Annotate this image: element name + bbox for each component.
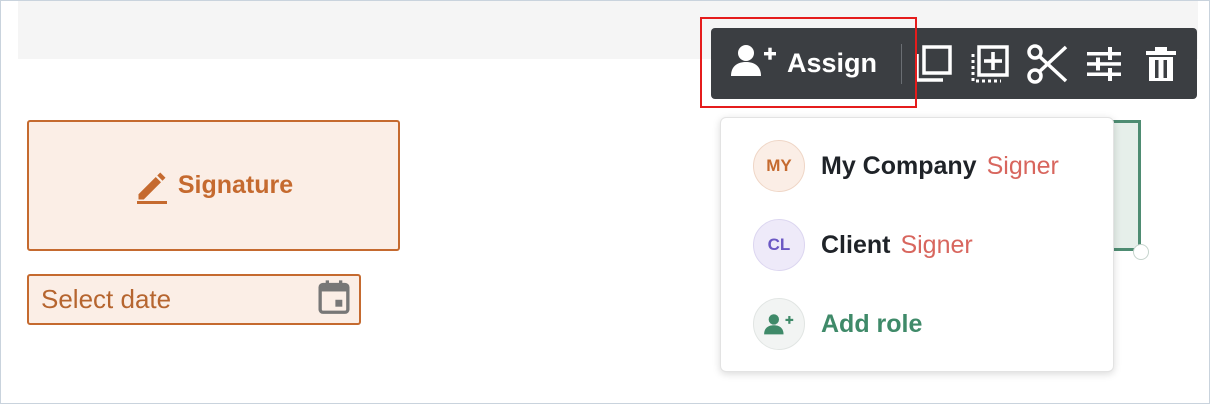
delete-icon[interactable] [1140, 42, 1183, 86]
date-placeholder: Select date [41, 284, 172, 314]
field-toolbar: Assign [711, 28, 1197, 99]
role-item-my-company[interactable]: MY My Company Signer [753, 138, 1059, 194]
role-type: Signer [900, 230, 973, 259]
add-role-item[interactable]: Add role [753, 296, 922, 352]
duplicate-icon[interactable] [912, 42, 955, 86]
calendar-icon[interactable] [317, 279, 351, 320]
signature-field[interactable]: Signature [27, 120, 400, 251]
role-item-client[interactable]: CL Client Signer [753, 217, 973, 273]
add-person-icon [731, 43, 777, 84]
add-person-icon [753, 298, 805, 350]
assign-button[interactable]: Assign [711, 28, 884, 99]
avatar: MY [753, 140, 805, 192]
assign-label: Assign [787, 48, 878, 78]
avatar: CL [753, 219, 805, 271]
resize-handle[interactable] [1133, 244, 1149, 260]
role-name: Client [821, 230, 891, 259]
pen-icon [134, 168, 170, 204]
role-name: My Company [821, 151, 977, 180]
select-area-icon[interactable] [969, 42, 1012, 86]
date-field[interactable]: Select date [27, 274, 361, 325]
cut-icon[interactable] [1026, 42, 1069, 86]
signature-label: Signature [177, 171, 294, 199]
role-type: Signer [986, 151, 1059, 180]
assign-dropdown: MY My Company Signer CL Client Signer Add … [720, 117, 1114, 372]
adjust-icon[interactable] [1083, 42, 1126, 86]
add-role-label: Add role [821, 309, 923, 338]
toolbar-divider [900, 43, 902, 84]
